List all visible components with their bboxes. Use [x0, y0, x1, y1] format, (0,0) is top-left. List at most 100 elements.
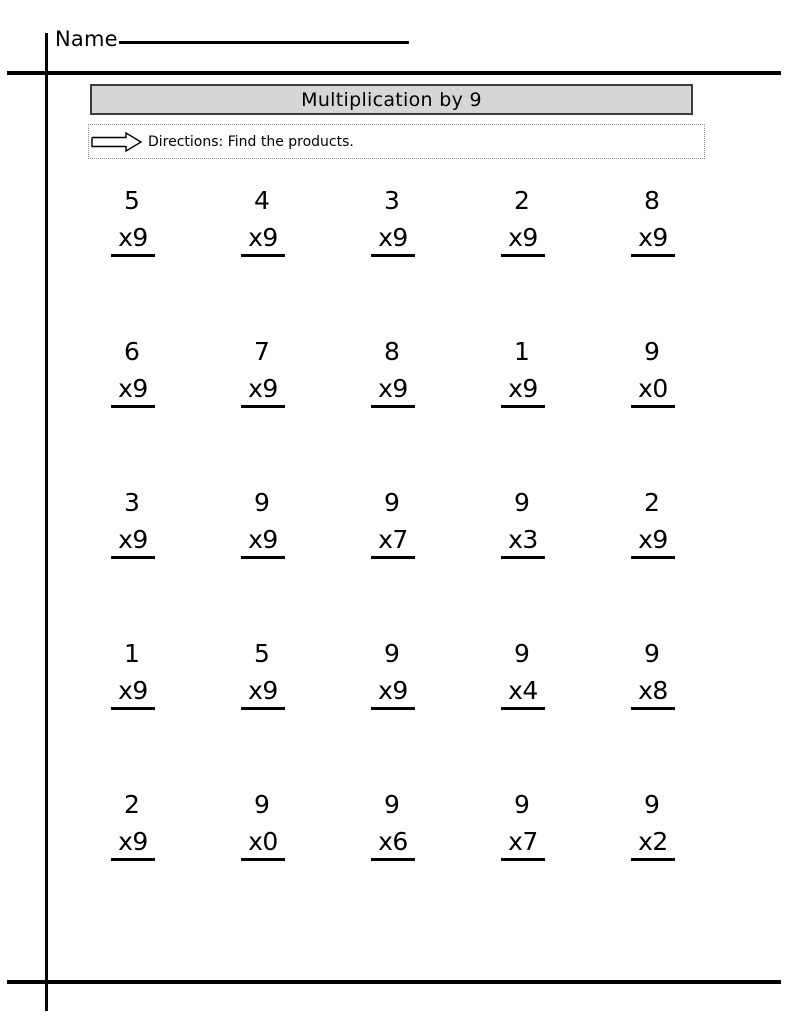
problem-row: 5 x9 4 x9 3 x9 2 x9 8 x9 [68, 186, 718, 337]
factor-bottom: x9 [118, 374, 148, 403]
problem-cell[interactable]: 1 x9 [458, 337, 588, 488]
factor-bottom: x9 [118, 525, 148, 554]
problem-cell[interactable]: 5 x9 [198, 639, 328, 790]
factor-bottom-rule: x9 [241, 375, 285, 408]
factor-bottom-rule: x9 [111, 375, 155, 408]
problem-cell[interactable]: 2 x9 [458, 186, 588, 337]
factor-bottom: x9 [638, 223, 668, 252]
factor-bottom-rule: x7 [501, 828, 545, 861]
factor-bottom: x9 [378, 223, 408, 252]
problem-grid: 5 x9 4 x9 3 x9 2 x9 8 x9 6 x9 7 x9 8 x9 … [68, 186, 718, 941]
factor-bottom-rule: x7 [371, 526, 415, 559]
bottom-horizontal-rule [7, 980, 781, 984]
problem-cell[interactable]: 9 x0 [588, 337, 718, 488]
factor-top: 9 [644, 790, 660, 819]
problem-cell[interactable]: 6 x9 [68, 337, 198, 488]
worksheet-page: Name Multiplication by 9 Directions: Fin… [0, 0, 791, 1024]
factor-top: 9 [644, 639, 660, 668]
factor-top: 4 [254, 186, 270, 215]
right-arrow-icon [91, 131, 143, 152]
problem-cell[interactable]: 8 x9 [588, 186, 718, 337]
factor-top: 9 [644, 337, 660, 366]
factor-top: 8 [644, 186, 660, 215]
factor-bottom-rule: x9 [631, 224, 675, 257]
problem-cell[interactable]: 8 x9 [328, 337, 458, 488]
factor-top: 9 [254, 488, 270, 517]
factor-top: 2 [124, 790, 140, 819]
factor-top: 7 [254, 337, 270, 366]
problem-cell[interactable]: 2 x9 [68, 790, 198, 941]
factor-bottom: x9 [378, 676, 408, 705]
factor-bottom-rule: x9 [371, 375, 415, 408]
top-horizontal-rule [7, 71, 781, 75]
factor-bottom-rule: x6 [371, 828, 415, 861]
problem-cell[interactable]: 9 x0 [198, 790, 328, 941]
factor-top: 1 [514, 337, 530, 366]
factor-bottom-rule: x3 [501, 526, 545, 559]
factor-bottom-rule: x9 [371, 224, 415, 257]
left-vertical-rule [45, 33, 48, 1011]
factor-bottom: x2 [638, 827, 668, 856]
factor-bottom-rule: x9 [631, 526, 675, 559]
factor-top: 9 [514, 488, 530, 517]
factor-bottom: x6 [378, 827, 408, 856]
problem-cell[interactable]: 9 x7 [328, 488, 458, 639]
factor-top: 9 [384, 639, 400, 668]
factor-top: 9 [254, 790, 270, 819]
factor-bottom: x9 [508, 374, 538, 403]
problem-cell[interactable]: 9 x7 [458, 790, 588, 941]
factor-top: 3 [124, 488, 140, 517]
factor-top: 5 [254, 639, 270, 668]
problem-row: 6 x9 7 x9 8 x9 1 x9 9 x0 [68, 337, 718, 488]
factor-bottom-rule: x9 [111, 526, 155, 559]
problem-cell[interactable]: 9 x2 [588, 790, 718, 941]
factor-bottom: x9 [508, 223, 538, 252]
worksheet-title-banner: Multiplication by 9 [90, 84, 693, 115]
problem-cell[interactable]: 9 x9 [198, 488, 328, 639]
factor-top: 2 [644, 488, 660, 517]
factor-bottom: x9 [248, 223, 278, 252]
problem-cell[interactable]: 9 x9 [328, 639, 458, 790]
problem-row: 2 x9 9 x0 9 x6 9 x7 9 x2 [68, 790, 718, 941]
page-title: Multiplication by 9 [301, 88, 482, 111]
factor-bottom: x9 [248, 374, 278, 403]
factor-top: 9 [514, 639, 530, 668]
problem-cell[interactable]: 3 x9 [328, 186, 458, 337]
problem-cell[interactable]: 3 x9 [68, 488, 198, 639]
factor-bottom: x9 [118, 223, 148, 252]
factor-bottom: x7 [378, 525, 408, 554]
factor-bottom-rule: x0 [241, 828, 285, 861]
problem-cell[interactable]: 5 x9 [68, 186, 198, 337]
factor-bottom: x9 [248, 525, 278, 554]
factor-bottom: x9 [118, 676, 148, 705]
factor-bottom-rule: x9 [241, 526, 285, 559]
problem-cell[interactable]: 9 x8 [588, 639, 718, 790]
name-label: Name [55, 27, 118, 51]
problem-cell[interactable]: 2 x9 [588, 488, 718, 639]
factor-bottom-rule: x9 [241, 677, 285, 710]
factor-bottom-rule: x0 [631, 375, 675, 408]
factor-bottom-rule: x9 [111, 224, 155, 257]
directions-box: Directions: Find the products. [88, 124, 705, 159]
factor-bottom-rule: x9 [111, 677, 155, 710]
factor-bottom: x0 [638, 374, 668, 403]
factor-bottom-rule: x4 [501, 677, 545, 710]
factor-bottom: x9 [118, 827, 148, 856]
factor-top: 9 [384, 488, 400, 517]
problem-cell[interactable]: 9 x4 [458, 639, 588, 790]
problem-cell[interactable]: 1 x9 [68, 639, 198, 790]
name-field[interactable]: Name [55, 27, 409, 51]
problem-cell[interactable]: 7 x9 [198, 337, 328, 488]
factor-top: 9 [384, 790, 400, 819]
name-blank-line[interactable] [118, 28, 409, 44]
factor-top: 8 [384, 337, 400, 366]
factor-bottom-rule: x9 [371, 677, 415, 710]
factor-top: 1 [124, 639, 140, 668]
problem-cell[interactable]: 4 x9 [198, 186, 328, 337]
problem-row: 1 x9 5 x9 9 x9 9 x4 9 x8 [68, 639, 718, 790]
factor-bottom-rule: x9 [501, 375, 545, 408]
problem-cell[interactable]: 9 x6 [328, 790, 458, 941]
factor-bottom-rule: x2 [631, 828, 675, 861]
factor-bottom: x3 [508, 525, 538, 554]
problem-cell[interactable]: 9 x3 [458, 488, 588, 639]
